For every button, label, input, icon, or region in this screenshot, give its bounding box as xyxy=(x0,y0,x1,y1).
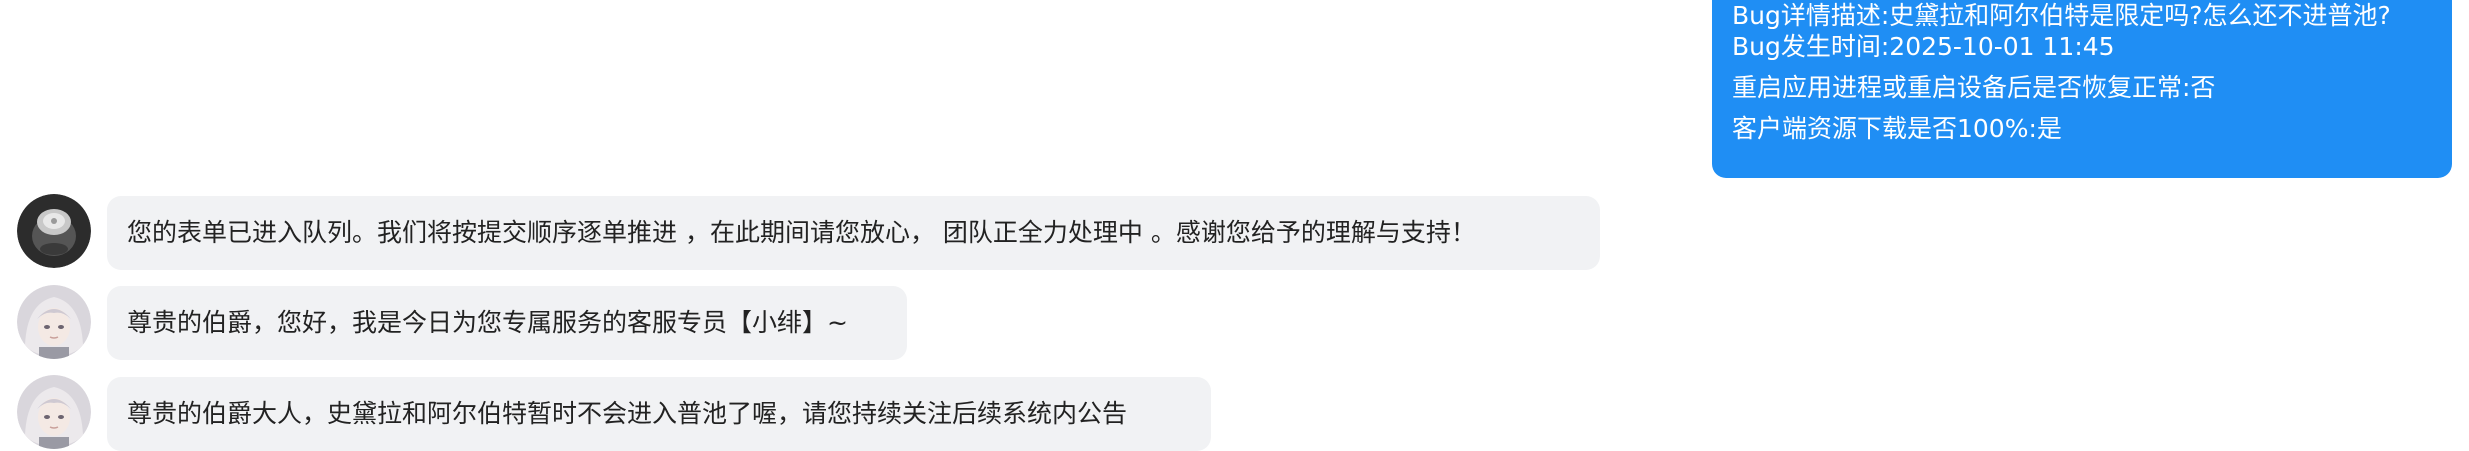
chat-thread: Bug详情描述:史黛拉和阿尔伯特是限定吗?怎么还不进普池? Bug发生时间:20… xyxy=(0,0,2469,451)
message-bubble[interactable]: 您的表单已进入队列。我们将按提交顺序逐单推进 ，在此期间请您放心， 团队正全力处… xyxy=(107,196,1600,270)
message-bubble[interactable]: 尊贵的伯爵大人，史黛拉和阿尔伯特暂时不会进入普池了喔，请您持续关注后续系统内公告 xyxy=(107,377,1211,451)
user-message-line: Bug发生时间:2025-10-01 11:45 xyxy=(1732,32,2115,61)
user-message-bubble[interactable]: Bug详情描述:史黛拉和阿尔伯特是限定吗?怎么还不进普池? Bug发生时间:20… xyxy=(1712,0,2452,178)
user-message-line: Bug详情描述:史黛拉和阿尔伯特是限定吗?怎么还不进普池? xyxy=(1732,1,2391,30)
agent-avatar-icon[interactable] xyxy=(17,375,91,449)
user-message-line: 客户端资源下载是否100%:是 xyxy=(1732,114,2062,143)
agent-avatar-icon[interactable] xyxy=(17,285,91,359)
system-bot-avatar-icon[interactable] xyxy=(17,194,91,268)
user-message-line: 重启应用进程或重启设备后是否恢复正常:否 xyxy=(1732,73,2216,102)
message-bubble[interactable]: 尊贵的伯爵，您好，我是今日为您专属服务的客服专员【小绯】~ xyxy=(107,286,907,360)
